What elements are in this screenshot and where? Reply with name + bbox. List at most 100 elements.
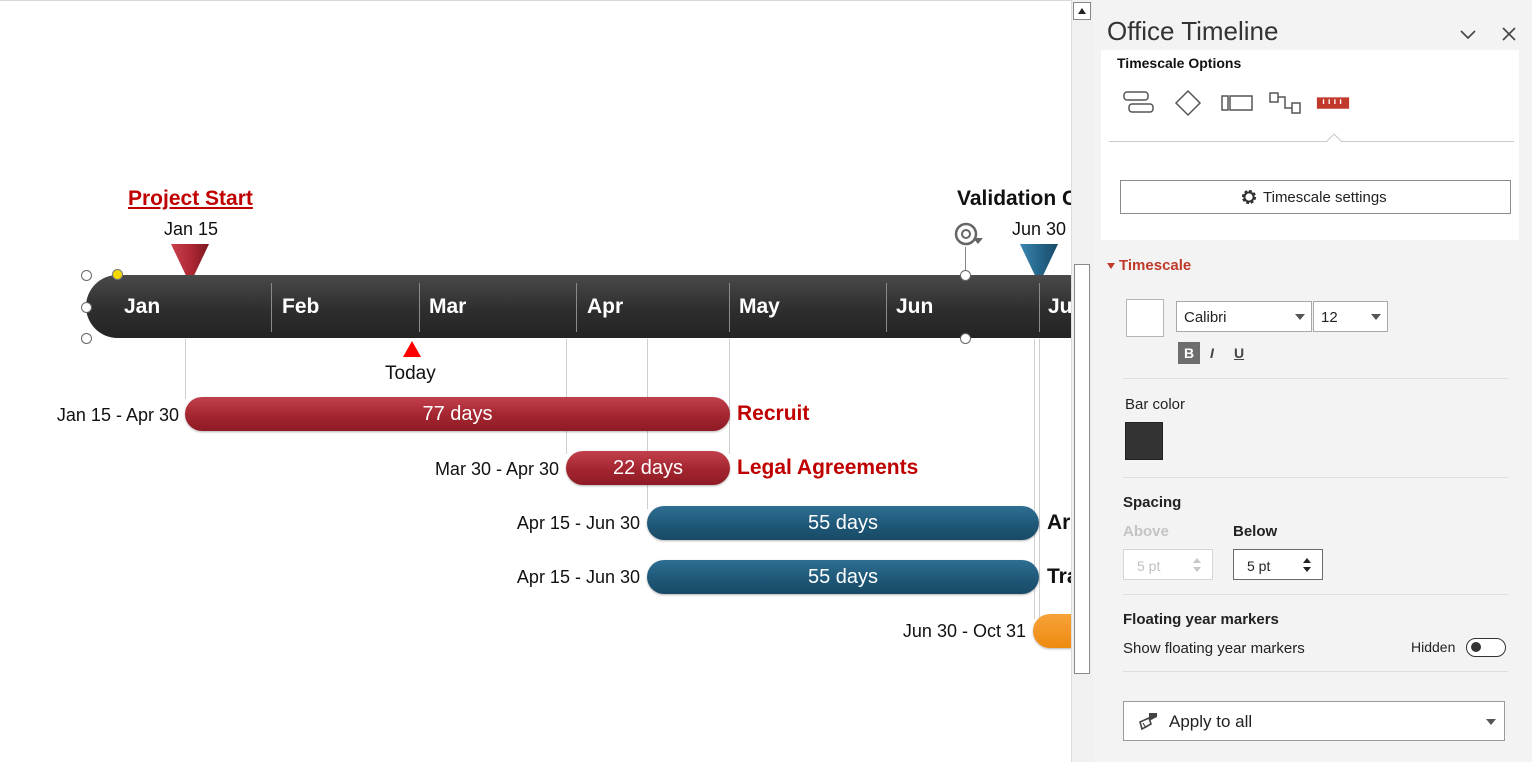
task-title[interactable]: Ar (1047, 511, 1070, 535)
timescale-ruler-icon[interactable] (1315, 88, 1351, 120)
month-divider (576, 283, 577, 332)
task-bar[interactable]: 22 days (566, 451, 730, 485)
today-label[interactable]: Today (385, 363, 436, 385)
font-size-select[interactable]: 12 (1313, 301, 1388, 332)
timescale-bar[interactable]: Jan Feb Mar Apr May Jun Ju (86, 275, 1071, 338)
chevron-down-icon[interactable] (1459, 27, 1477, 41)
spacing-label: Spacing (1123, 494, 1182, 511)
font-color-swatch[interactable] (1126, 299, 1164, 337)
resize-handle[interactable] (81, 270, 92, 281)
month-divider (271, 283, 272, 332)
slide-canvas[interactable]: Project Start Jan 15 Validation C Jun 30… (0, 0, 1071, 762)
milestone-diamond-icon[interactable] (1170, 88, 1206, 120)
task-title[interactable]: Tra (1047, 565, 1071, 589)
month-label: Mar (429, 295, 467, 318)
month-divider (729, 283, 730, 332)
month-divider (1039, 283, 1040, 332)
task-bar[interactable]: 77 days (185, 397, 730, 431)
apply-to-all-label: Apply to all (1169, 712, 1253, 731)
month-label: May (739, 295, 780, 318)
bar-color-swatch[interactable] (1125, 422, 1163, 460)
month-label: Ju (1048, 295, 1071, 318)
above-value: 5 pt (1137, 558, 1161, 574)
milestone-title[interactable]: Validation C (957, 187, 1071, 211)
font-size-value: 12 (1321, 309, 1338, 326)
divider (1123, 594, 1508, 595)
gear-icon (1241, 189, 1257, 205)
guide-line (729, 339, 730, 454)
guide-line (1039, 339, 1040, 619)
panel-title: Office Timeline (1107, 16, 1279, 46)
milestone-date[interactable]: Jan 15 (164, 219, 218, 240)
show-floating-label: Show floating year markers (1123, 640, 1305, 657)
italic-glyph: I (1210, 345, 1214, 361)
above-label: Above (1123, 523, 1169, 540)
below-value: 5 pt (1247, 558, 1271, 574)
bar-color-label: Bar color (1125, 396, 1186, 413)
dropdown-arrow-icon (1295, 314, 1305, 320)
scroll-up-button[interactable] (1073, 2, 1091, 20)
month-label: Jan (124, 295, 161, 318)
month-label: Jun (896, 295, 934, 318)
month-divider (419, 283, 420, 332)
italic-button[interactable]: I (1204, 342, 1226, 364)
floating-year-markers-label: Floating year markers (1123, 611, 1279, 628)
vertical-scrollbar[interactable] (1071, 0, 1093, 762)
spinner-arrows-icon (1193, 558, 1201, 572)
task-date-range[interactable]: Jun 30 - Oct 31 (840, 621, 1026, 642)
font-name-select[interactable]: Calibri (1176, 301, 1312, 332)
timescale-settings-button[interactable]: Timescale settings (1120, 180, 1511, 214)
task-date-range[interactable]: Mar 30 - Apr 30 (380, 459, 559, 480)
task-style-icon[interactable] (1121, 88, 1157, 120)
close-icon[interactable] (1501, 26, 1517, 42)
task-bar[interactable]: 55 days (647, 560, 1039, 594)
below-spinner[interactable]: 5 pt (1233, 549, 1323, 580)
today-marker-icon[interactable] (402, 340, 422, 358)
timescale-section-header[interactable]: Timescale (1119, 257, 1191, 274)
paintbrush-icon (1139, 713, 1157, 731)
underline-button[interactable]: U (1229, 342, 1251, 364)
floating-markers-toggle[interactable] (1466, 638, 1506, 657)
task-bar[interactable]: 55 days (647, 506, 1039, 540)
divider (1109, 141, 1514, 142)
month-divider (886, 283, 887, 332)
connector-line (965, 247, 966, 271)
task-date-range[interactable]: Apr 15 - Jun 30 (460, 513, 640, 534)
spinner-arrows-icon[interactable] (1302, 557, 1312, 573)
below-label: Below (1233, 523, 1278, 540)
divider (1123, 378, 1508, 379)
month-label: Apr (587, 295, 624, 318)
apply-to-all-dropdown[interactable]: Apply to all (1123, 701, 1505, 741)
swimlane-icon[interactable] (1219, 88, 1255, 120)
collapse-triangle-icon[interactable] (1106, 262, 1116, 270)
resize-handle[interactable] (81, 302, 92, 313)
bold-button[interactable]: B (1178, 342, 1200, 364)
button-label: Timescale settings (1263, 189, 1387, 206)
guide-line (185, 339, 186, 399)
resize-handle[interactable] (960, 270, 971, 281)
milestone-date[interactable]: Jun 30 (1012, 219, 1066, 240)
task-bar[interactable] (1033, 614, 1071, 648)
rotate-handle-icon[interactable] (951, 219, 985, 249)
resize-handle[interactable] (960, 333, 971, 344)
dependency-icon[interactable] (1268, 88, 1304, 120)
dropdown-arrow-icon (1486, 719, 1496, 725)
divider (1123, 671, 1508, 672)
section-title: Timescale Options (1117, 55, 1242, 71)
scroll-thumb[interactable] (1074, 264, 1090, 674)
month-label: Feb (282, 295, 320, 318)
task-date-range[interactable]: Apr 15 - Jun 30 (460, 567, 640, 588)
task-title[interactable]: Recruit (737, 402, 809, 426)
resize-handle[interactable] (81, 333, 92, 344)
divider (1123, 477, 1508, 478)
underline-glyph: U (1234, 345, 1245, 361)
milestone-title[interactable]: Project Start (128, 187, 253, 211)
dropdown-arrow-icon (1371, 314, 1381, 320)
toggle-state-label: Hidden (1411, 639, 1456, 655)
task-title[interactable]: Legal Agreements (737, 456, 918, 480)
adjust-handle[interactable] (112, 269, 123, 280)
options-header-area: Timescale Options Timescale settings (1101, 50, 1519, 240)
above-spinner: 5 pt (1123, 549, 1213, 580)
task-date-range[interactable]: Jan 15 - Apr 30 (20, 405, 179, 426)
selected-tab-pointer (1325, 133, 1343, 143)
